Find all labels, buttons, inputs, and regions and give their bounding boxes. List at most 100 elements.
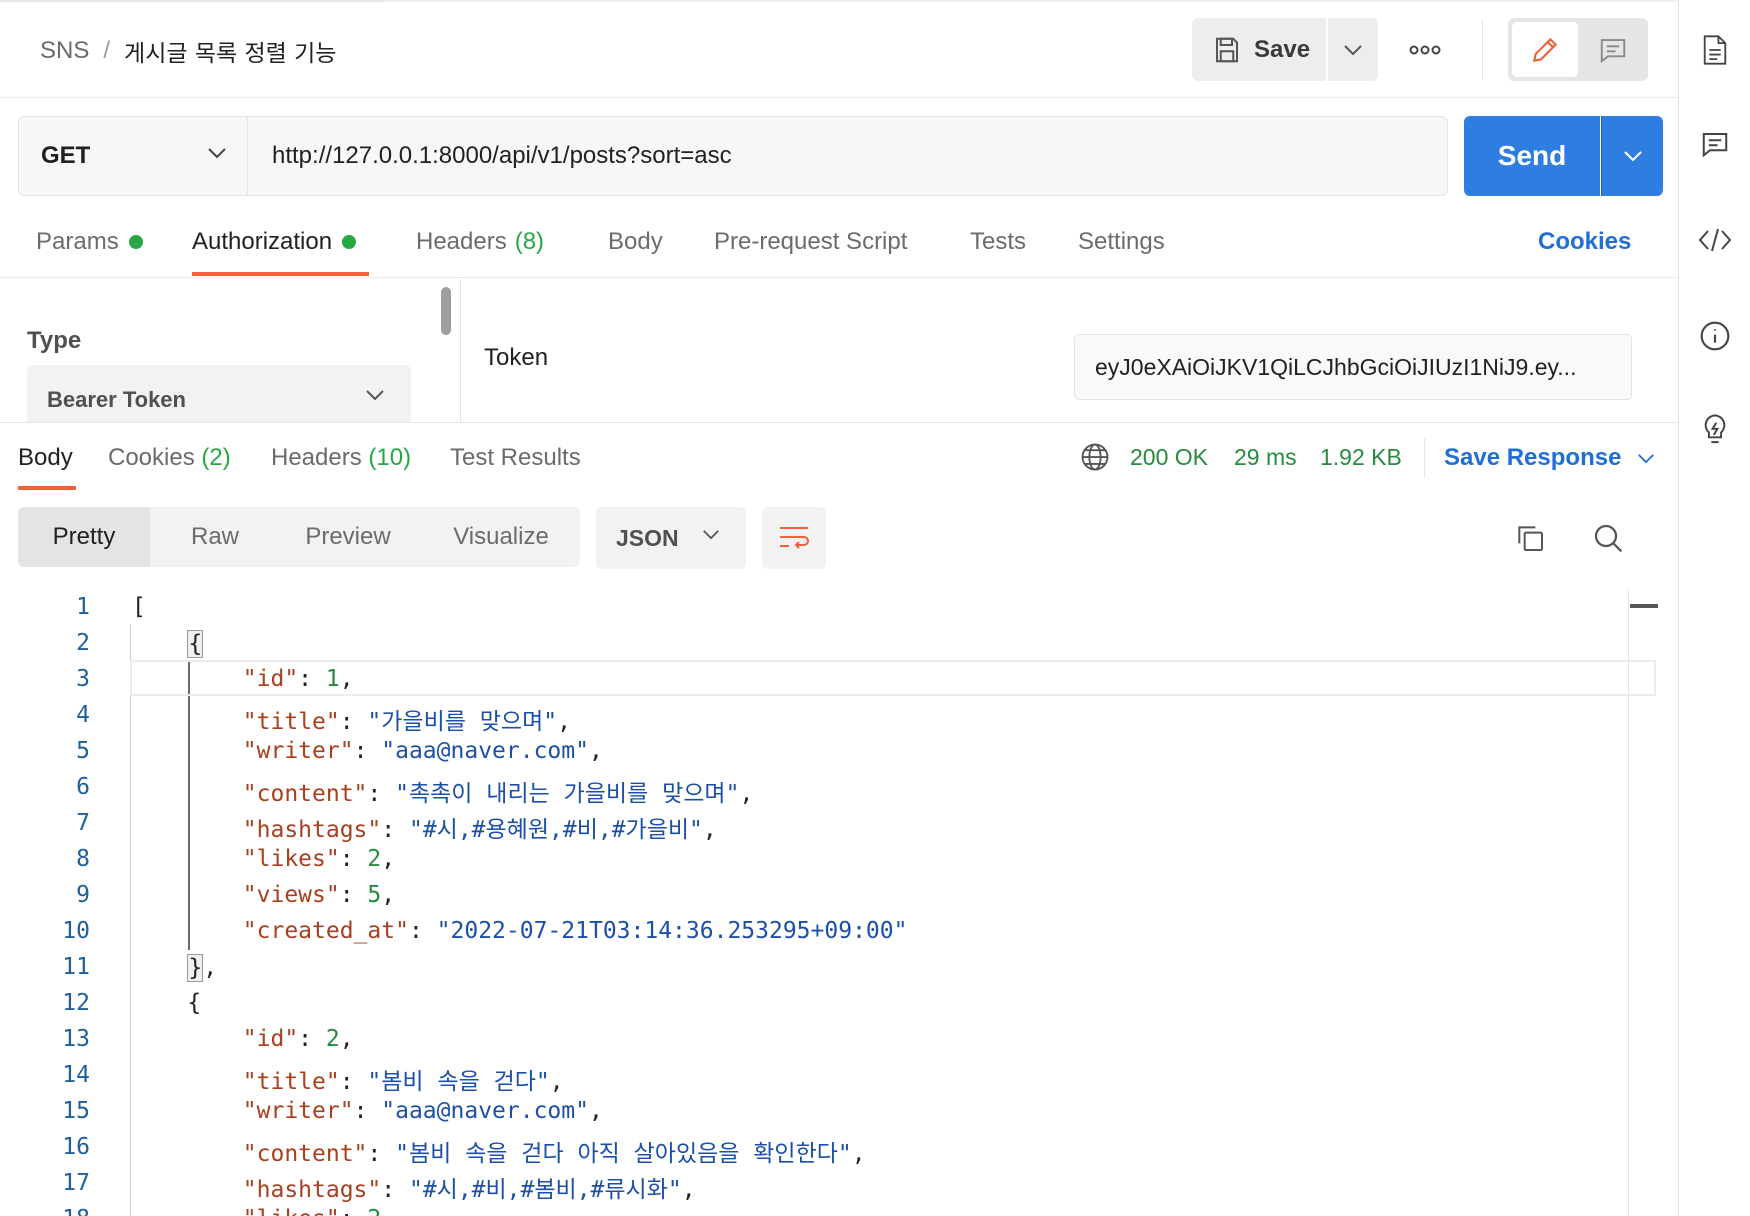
response-time[interactable]: 29 ms: [1234, 444, 1297, 471]
copy-icon: [1518, 526, 1543, 551]
url-input[interactable]: http://127.0.0.1:8000/api/v1/posts?sort=…: [248, 116, 1448, 196]
info-icon: [1700, 321, 1730, 351]
code-text: "id": 2,: [242, 1026, 354, 1052]
tab-params[interactable]: Params: [36, 228, 143, 256]
info-rail-button[interactable]: [1697, 318, 1733, 354]
url-value: http://127.0.0.1:8000/api/v1/posts?sort=…: [272, 142, 732, 169]
code-snippet-rail-button[interactable]: [1697, 222, 1733, 258]
tab-pre-request-label: Pre-request Script: [714, 228, 908, 255]
line-number: 12: [62, 990, 90, 1016]
chevron-down-icon: [208, 148, 226, 159]
matched-bracket: {: [187, 630, 204, 658]
editor-scrollbar-track[interactable]: [1628, 590, 1629, 1216]
response-format-select[interactable]: JSON: [596, 507, 746, 569]
line-number: 11: [62, 954, 90, 980]
json-string: "aaa@naver.com": [381, 738, 589, 764]
save-options-button[interactable]: [1328, 18, 1378, 81]
response-cookies-count: (2): [201, 444, 231, 471]
code-line: 10 "created_at": "2022-07-21T03:14:36.25…: [0, 912, 1660, 948]
response-body-editor[interactable]: 1 [ 2 { 3 "id": 1, 4 "title": "가을비를 맞으며"…: [0, 588, 1678, 1216]
comment-icon: [1600, 38, 1626, 63]
response-tab-headers[interactable]: Headers (10): [271, 444, 411, 472]
token-input[interactable]: eyJ0eXAiOiJKV1QiLCJhbGciOiJIUzI1NiJ9.ey.…: [1074, 334, 1632, 400]
json-key: "likes": [243, 1206, 340, 1216]
response-tab-body[interactable]: Body: [18, 444, 73, 472]
tab-pre-request-script[interactable]: Pre-request Script: [714, 228, 907, 256]
response-size[interactable]: 1.92 KB: [1320, 444, 1402, 471]
json-key: "likes": [242, 846, 340, 872]
comment-icon: [1702, 133, 1728, 158]
view-preview[interactable]: Preview: [282, 507, 414, 567]
code-text: "hashtags": "#시,#용혜원,#비,#가을비",: [242, 817, 717, 843]
line-number: 5: [76, 738, 90, 764]
lightbulb-icon: [1704, 414, 1726, 444]
copy-response-button[interactable]: [1510, 518, 1550, 558]
tab-settings-label: Settings: [1078, 228, 1165, 255]
save-response-label: Save Response: [1444, 444, 1622, 471]
auth-type-select[interactable]: Bearer Token: [27, 365, 411, 422]
code-line: 18 "likes": 2,: [0, 1200, 1660, 1216]
globe-icon[interactable]: [1080, 442, 1110, 472]
more-actions-button[interactable]: [1400, 30, 1450, 70]
save-button-label: Save: [1254, 35, 1311, 63]
status-code[interactable]: 200 OK: [1130, 444, 1208, 471]
request-tabs: Params Authorization Headers (8) Body Pr…: [0, 206, 1678, 278]
tab-tests[interactable]: Tests: [970, 228, 1026, 256]
wrap-lines-button[interactable]: [762, 507, 826, 569]
save-response-button[interactable]: Save Response: [1444, 444, 1655, 472]
send-options-button[interactable]: [1601, 116, 1663, 196]
tab-authorization-label: Authorization: [192, 228, 333, 255]
tab-body[interactable]: Body: [608, 228, 663, 256]
code-text: {: [132, 630, 204, 658]
chevron-down-icon: [703, 530, 719, 540]
editor-scrollbar-marker[interactable]: [1630, 604, 1658, 608]
code-text: "title": "봄비 속을 걷다",: [242, 1069, 564, 1095]
response-tab-headers-label: Headers: [271, 444, 362, 471]
code-line: 13 "id": 2,: [0, 1020, 1660, 1056]
response-tab-cookies[interactable]: Cookies (2): [108, 444, 231, 472]
tab-body-label: Body: [608, 228, 663, 255]
token-label: Token: [484, 344, 549, 371]
auth-type-value: Bearer Token: [47, 387, 186, 412]
edit-mode-button[interactable]: [1512, 22, 1578, 77]
code-text: "content": "촉촉이 내리는 가을비를 맞으며",: [242, 781, 754, 807]
auth-scrollbar[interactable]: [440, 283, 452, 422]
response-tab-test-results[interactable]: Test Results: [450, 444, 581, 472]
tab-authorization[interactable]: Authorization: [192, 228, 357, 256]
method-select[interactable]: GET: [18, 116, 248, 196]
chevron-down-icon: [1638, 453, 1655, 463]
line-number: 2: [76, 630, 90, 656]
scrollbar-thumb[interactable]: [441, 287, 451, 335]
line-number: 1: [76, 594, 90, 620]
breadcrumb-request-name[interactable]: 게시글 목록 정렬 기능: [124, 34, 336, 68]
view-pretty[interactable]: Pretty: [18, 507, 150, 567]
params-active-dot: [128, 235, 143, 249]
view-visualize[interactable]: Visualize: [428, 507, 574, 567]
view-raw[interactable]: Raw: [160, 507, 270, 567]
send-button-label: Send: [1497, 140, 1567, 171]
json-number: 2: [325, 1026, 340, 1052]
chevron-down-icon: [1344, 44, 1362, 55]
line-number: 13: [62, 1026, 90, 1052]
tab-headers[interactable]: Headers (8): [416, 228, 544, 256]
breadcrumb-collection[interactable]: SNS: [40, 37, 89, 65]
chevron-down-icon: [366, 390, 384, 401]
line-number: 6: [76, 774, 90, 800]
send-button[interactable]: Send: [1464, 116, 1600, 196]
document-icon: [1703, 35, 1727, 65]
line-number: 8: [76, 846, 90, 872]
tab-settings[interactable]: Settings: [1078, 228, 1165, 256]
pencil-icon: [1532, 37, 1558, 62]
search-response-button[interactable]: [1588, 518, 1628, 558]
code-text: "hashtags": "#시,#비,#봄비,#류시화",: [242, 1177, 696, 1203]
documentation-mode-button[interactable]: [1582, 22, 1644, 77]
comments-rail-button[interactable]: [1697, 126, 1733, 162]
suggestions-rail-button[interactable]: [1697, 412, 1733, 448]
line-number: 3: [76, 666, 90, 692]
cookies-link[interactable]: Cookies: [1538, 228, 1631, 256]
documentation-rail-button[interactable]: [1697, 32, 1733, 68]
authorization-panel: Type Bearer Token Token eyJ0eXAiOiJKV1Qi…: [0, 279, 1678, 423]
token-value: eyJ0eXAiOiJKV1QiLCJhbGciOiJIUzI1NiJ9.ey.…: [1095, 353, 1577, 380]
save-button[interactable]: Save: [1192, 18, 1326, 81]
line-number: 15: [62, 1098, 90, 1124]
